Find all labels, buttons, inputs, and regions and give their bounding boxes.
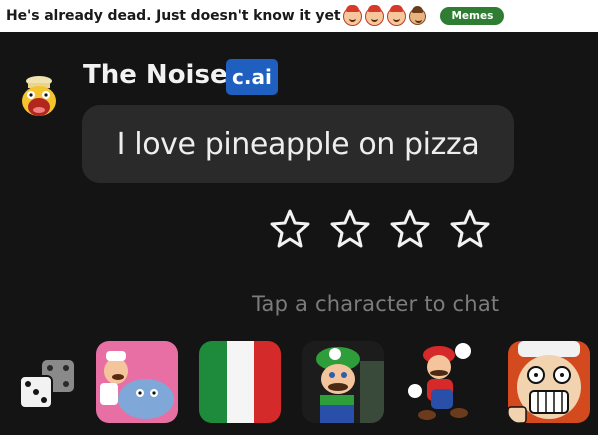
face-emoji-icon [409,5,427,25]
message-bubble: I love pineapple on pizza [82,105,514,183]
santa-emoji-icon [365,4,385,26]
italy-flag-avatar [199,341,281,423]
post-title: He's already dead. Just doesn't know it … [6,8,341,24]
star-icon[interactable] [270,208,310,248]
character-screaming-chef[interactable] [508,341,590,423]
tap-hint: Tap a character to chat [252,292,500,316]
cai-badge: c.ai [226,59,278,95]
character-luigi[interactable] [302,341,384,423]
screaming-chef-avatar [508,341,590,423]
character-italy-flag[interactable] [199,341,281,423]
mario-avatar [405,341,487,423]
rating-stars [270,208,490,248]
luigi-avatar [302,341,384,423]
star-icon[interactable] [450,208,490,248]
bot-avatar[interactable] [18,74,60,120]
message-text: I love pineapple on pizza [116,126,480,162]
character-mario[interactable] [405,341,487,423]
santa-emoji-icon [387,4,407,26]
star-icon[interactable] [330,208,370,248]
post-header: He's already dead. Just doesn't know it … [0,0,598,32]
post-flair[interactable]: Memes [440,7,505,25]
santa-emoji-icon [343,4,363,26]
chat-screen: The Noise c.ai I love pineapple on pizza… [0,32,598,435]
character-name: The Noise [83,60,228,90]
character-pizza-chef[interactable] [96,341,178,423]
star-icon[interactable] [390,208,430,248]
pizza-chef-avatar [96,341,178,423]
random-dice-icon[interactable] [18,358,78,410]
